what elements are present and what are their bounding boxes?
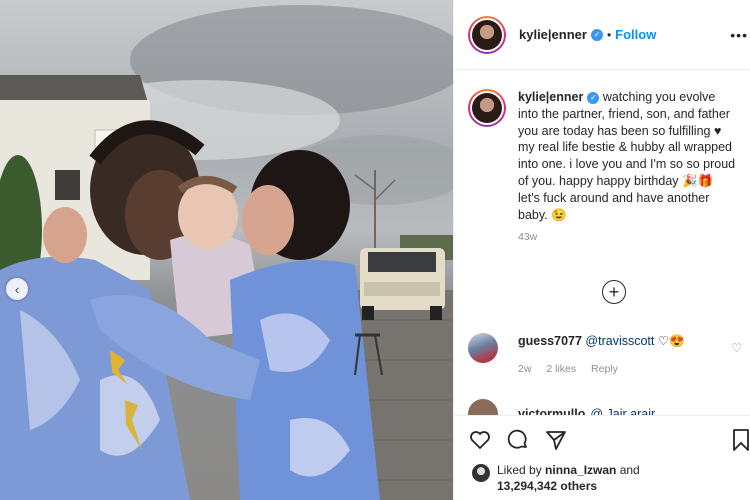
comment-time[interactable]: 2w (518, 363, 531, 375)
comment-username[interactable]: guess7077 (518, 334, 582, 348)
author-username[interactable]: kylie|enner (519, 27, 587, 42)
liker-avatar[interactable] (472, 464, 490, 482)
plus-circle-icon: + (608, 282, 620, 302)
verified-badge-icon: ✓ (587, 92, 600, 104)
commenter-avatar[interactable] (468, 333, 498, 363)
more-options-icon[interactable]: ••• (730, 27, 748, 43)
load-more-comments-button[interactable]: + (602, 280, 626, 304)
photo-illustration (0, 5, 453, 500)
paper-plane-icon[interactable] (544, 428, 568, 452)
comment-mention[interactable]: @travisscott (585, 334, 654, 348)
likes-suffix: and (616, 463, 640, 477)
heart-icon[interactable] (468, 428, 492, 452)
verified-badge-icon: ✓ (590, 28, 603, 41)
caption-text-block: kylie|enner ✓ watching you evolve into th… (518, 89, 737, 223)
post-actions: Liked by ninna_Izwan and 13,294,342 othe… (454, 415, 750, 494)
likes-text: Liked by ninna_Izwan and 13,294,342 othe… (497, 462, 640, 494)
comment-likes[interactable]: 2 likes (546, 363, 576, 375)
caption-text: watching you evolve into the partner, fr… (518, 90, 736, 222)
comment-icon[interactable] (506, 428, 530, 452)
post-sidebar: kylie|enner ✓ • Follow ••• kylie|enner ✓ … (453, 0, 750, 500)
post-header: kylie|enner ✓ • Follow ••• (454, 0, 750, 70)
comment-username[interactable]: victormullo (518, 407, 585, 415)
comment-meta: 2w 2 likes Reply (518, 363, 685, 375)
caption-username[interactable]: kylie|enner (518, 90, 583, 104)
comment-item: victormullo @ Jair arair (468, 399, 655, 415)
follow-button[interactable]: Follow (615, 27, 656, 42)
commenter-avatar[interactable] (468, 399, 498, 415)
caption-avatar[interactable] (468, 89, 506, 127)
avatar-image (472, 93, 502, 123)
likes-prefix: Liked by (497, 463, 546, 477)
bookmark-icon[interactable] (731, 428, 750, 452)
likes-count[interactable]: 13,294,342 others (497, 479, 597, 493)
comment-like-heart-icon[interactable]: ♡ (731, 341, 742, 355)
comments-section[interactable]: kylie|enner ✓ watching you evolve into th… (454, 71, 750, 415)
comment-emoji: ♡😍 (657, 334, 685, 348)
comment-text: @ Jair arair (590, 407, 656, 415)
liker-username[interactable]: ninna_Izwan (545, 463, 616, 477)
comment-item: guess7077 @travisscott ♡😍 2w 2 likes Rep… (468, 333, 748, 375)
post-photo[interactable]: ‹ (0, 0, 453, 500)
caption: kylie|enner ✓ watching you evolve into th… (454, 71, 750, 243)
separator-dot: • (606, 27, 612, 42)
carousel-prev-button[interactable]: ‹ (6, 278, 28, 300)
comment-reply-button[interactable]: Reply (591, 363, 618, 375)
caption-timestamp[interactable]: 43w (518, 231, 737, 243)
likes-summary: Liked by ninna_Izwan and 13,294,342 othe… (468, 462, 737, 494)
avatar-image (472, 19, 502, 50)
comment-text: guess7077 @travisscott ♡😍 (518, 333, 685, 349)
action-bar (468, 428, 737, 452)
chevron-left-icon: ‹ (14, 281, 20, 297)
author-avatar[interactable] (468, 15, 506, 54)
